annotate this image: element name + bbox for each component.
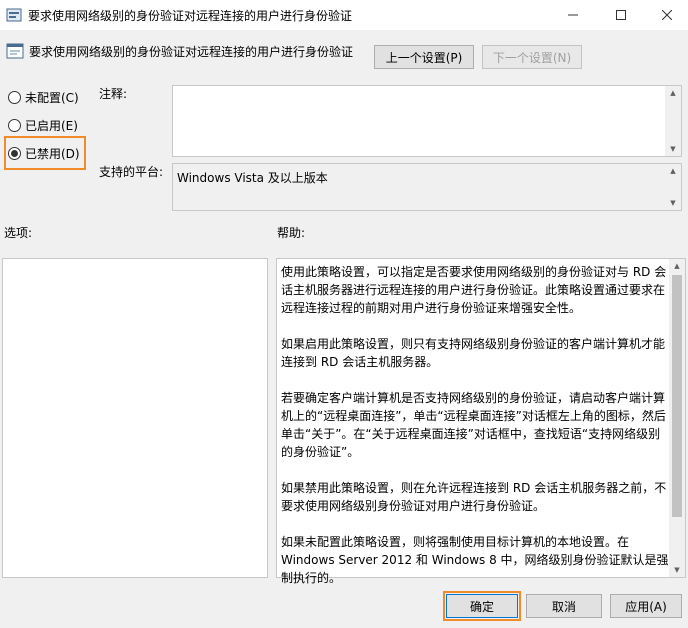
scroll-down-icon[interactable]: ▼ [665,196,681,210]
policy-title: 要求使用网络级别的身份验证对远程连接的用户进行身份验证 [29,45,354,59]
close-button[interactable] [644,0,688,30]
radio-label: 未配置(C) [25,91,79,105]
apply-button[interactable]: 应用(A) [610,594,682,618]
previous-setting-button[interactable]: 上一个设置(P) [374,45,474,69]
platform-scrollbar[interactable]: ▲ ▼ [665,164,681,210]
comment-label: 注释: [99,87,128,101]
maximize-icon [616,10,626,20]
comment-field[interactable]: ▲ ▼ [172,85,682,157]
scroll-up-icon[interactable]: ▲ [665,164,681,178]
scroll-down-icon[interactable]: ▼ [665,142,681,156]
next-setting-button[interactable]: 下一个设置(N) [482,45,582,69]
radio-label: 已启用(E) [25,119,78,133]
radio-not-configured[interactable]: 未配置(C) [8,89,79,106]
scroll-up-icon[interactable]: ▲ [669,259,685,273]
scroll-up-icon[interactable]: ▲ [665,86,681,100]
help-text: 使用此策略设置，可以指定是否要求使用网络级别的身份验证对与 RD 会话主机服务器… [281,263,669,605]
window-title: 要求使用网络级别的身份验证对远程连接的用户进行身份验证 [28,9,353,23]
policy-setting-icon [6,43,24,59]
minimize-button[interactable] [550,0,596,30]
disabled-option-highlight [4,136,86,170]
platform-value: Windows Vista 及以上版本 [177,171,328,185]
help-paragraph: 如果禁用此策略设置，则在允许远程连接到 RD 会话主机服务器之前，不要求使用网络… [281,481,667,513]
comment-scrollbar[interactable]: ▲ ▼ [665,86,681,156]
platform-label: 支持的平台: [99,165,164,179]
maximize-button[interactable] [598,0,644,30]
radio-button-icon[interactable] [8,91,21,104]
cancel-button[interactable]: 取消 [526,594,602,618]
scroll-thumb[interactable] [672,275,682,517]
options-panel [2,258,268,578]
help-panel: 使用此策略设置，可以指定是否要求使用网络级别的身份验证对与 RD 会话主机服务器… [276,258,686,585]
minimize-icon [568,14,578,16]
policy-app-icon [6,8,22,22]
help-paragraph: 如果启用此策略设置，则只有支持网络级别身份验证的客户端计算机才能连接到 RD 会… [281,337,666,369]
help-paragraph: 如果未配置此策略设置，则将强制使用目标计算机的本地设置。在 Windows Se… [281,535,669,585]
help-paragraph: 使用此策略设置，可以指定是否要求使用网络级别的身份验证对与 RD 会话主机服务器… [281,265,667,315]
help-scrollbar[interactable]: ▲ ▼ [669,259,685,577]
radio-enabled[interactable]: 已启用(E) [8,117,78,134]
options-label: 选项: [4,226,33,240]
help-paragraph: 若要确定客户端计算机是否支持网络级别的身份验证，请启动客户端计算机上的“远程桌面… [281,391,666,459]
ok-button[interactable]: 确定 [446,594,518,618]
close-icon [662,10,672,20]
help-label: 帮助: [277,226,306,240]
scroll-down-icon[interactable]: ▼ [669,563,685,577]
radio-button-icon[interactable] [8,119,21,132]
